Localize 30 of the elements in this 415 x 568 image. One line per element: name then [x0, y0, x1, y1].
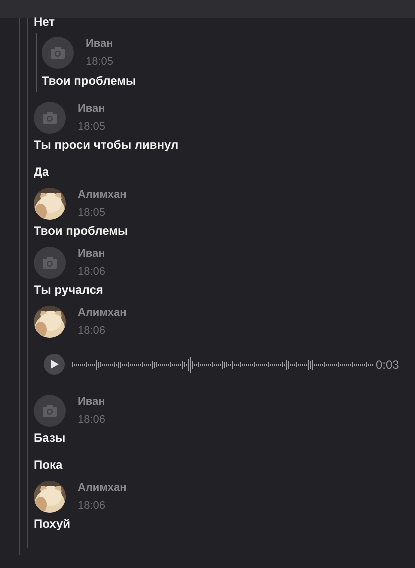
message-text: Твои проблемы — [34, 224, 130, 238]
message-text: Нет — [34, 15, 56, 29]
message-time: 18:06 — [78, 414, 106, 427]
author-name: Алимхан — [78, 482, 127, 495]
avatar-placeholder-icon — [34, 395, 66, 427]
message-text: Базы — [34, 431, 67, 445]
message-text: Да — [34, 165, 50, 179]
author-name: Иван — [78, 103, 106, 116]
message-text: Похуй — [34, 517, 72, 531]
message-time: 18:06 — [78, 325, 107, 338]
avatar-placeholder-icon — [42, 37, 74, 69]
author-name: Иван — [78, 396, 106, 409]
author-name: Иван — [86, 38, 114, 51]
message-time: 18:05 — [78, 121, 106, 134]
author-name: Алимхан — [78, 189, 127, 202]
avatar-placeholder-icon — [34, 247, 66, 279]
play-icon — [50, 360, 58, 369]
quoted-text: Твои проблемы — [42, 74, 138, 88]
avatar-placeholder-icon — [34, 102, 66, 134]
author-name: Иван — [78, 248, 106, 261]
message-text: Ты ручался — [34, 283, 104, 297]
message-time: 18:06 — [78, 500, 107, 513]
play-button[interactable] — [44, 354, 65, 375]
message-time: 18:06 — [78, 266, 106, 279]
message-text: Пока — [34, 458, 64, 472]
author-name: Алимхан — [78, 307, 127, 320]
message-time: 18:05 — [86, 56, 114, 69]
voice-duration: 0:03 — [376, 358, 400, 372]
message-text: Ты проси чтобы ливнул — [34, 138, 180, 152]
message-time: 18:05 — [78, 207, 107, 220]
